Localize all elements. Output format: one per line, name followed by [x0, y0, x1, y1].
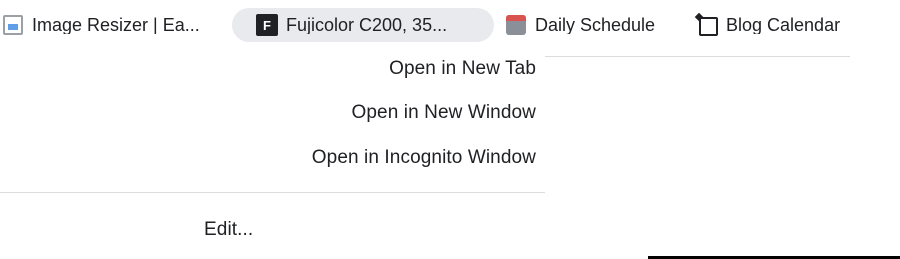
bookmark-image-resizer[interactable]: Image Resizer | Ea...	[2, 8, 227, 42]
menu-item-open-incognito-window[interactable]: Open in Incognito Window	[312, 140, 536, 176]
menu-item-edit[interactable]: Edit...	[204, 212, 253, 248]
bookmark-label: Daily Schedule	[535, 16, 656, 34]
blog-icon	[696, 14, 718, 36]
bookmark-fujicolor[interactable]: F Fujicolor C200, 35...	[232, 8, 494, 42]
film-icon: F	[256, 14, 278, 36]
menu-item-open-new-window[interactable]: Open in New Window	[352, 95, 537, 131]
bookmark-blog-calendar[interactable]: Blog Calendar	[696, 8, 866, 42]
bookmark-context-menu: Open in New Tab Open in New Window Open …	[0, 46, 545, 259]
bookmark-daily-schedule[interactable]: Daily Schedule	[505, 8, 685, 42]
menu-item-open-new-tab[interactable]: Open in New Tab	[389, 51, 536, 87]
bookmarks-bar: Image Resizer | Ea... F Fujicolor C200, …	[0, 0, 900, 50]
bookmark-label: Blog Calendar	[726, 16, 841, 34]
menu-separator	[0, 192, 545, 193]
bookmark-label: Image Resizer | Ea...	[32, 16, 200, 34]
browser-window: Image Resizer | Ea... F Fujicolor C200, …	[0, 0, 900, 259]
image-icon	[2, 14, 24, 36]
bookmark-label: Fujicolor C200, 35...	[286, 16, 448, 34]
calendar-icon	[505, 14, 527, 36]
